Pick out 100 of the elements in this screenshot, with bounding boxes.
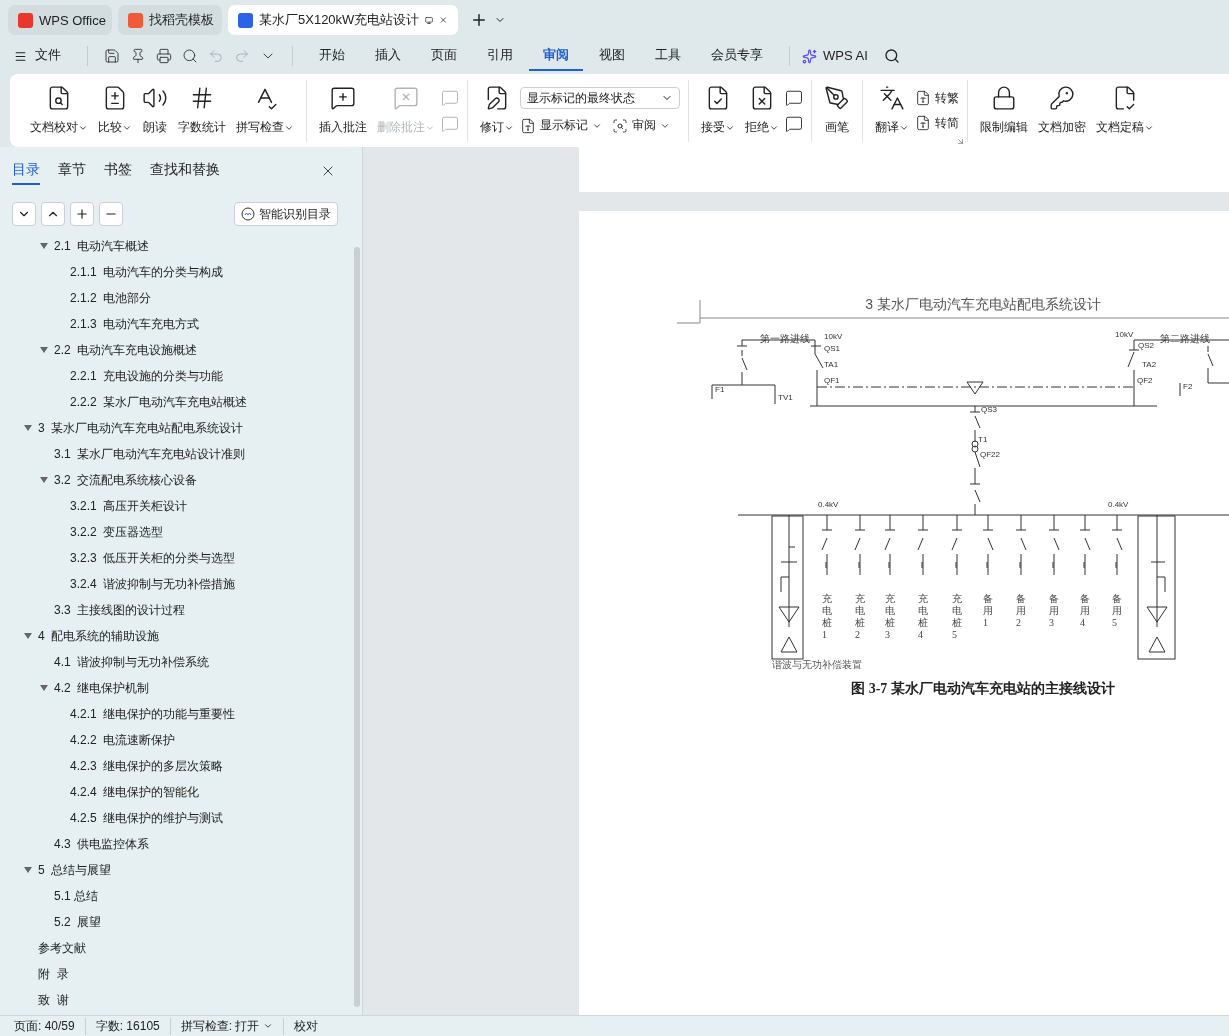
toc-item[interactable]: 3.1 某水厂电动汽车充电站设计准则: [0, 441, 352, 467]
ribbon-button[interactable]: 字数统计: [174, 83, 230, 138]
ribbon-button[interactable]: 修订: [476, 83, 518, 138]
toc-item[interactable]: 3 某水厂电动汽车充电站配电系统设计: [0, 415, 352, 441]
toc-item[interactable]: 5.1 总结: [0, 883, 352, 909]
toc-item[interactable]: 4.2.2 电流速断保护: [0, 727, 352, 753]
toc-item[interactable]: 5.2 展望: [0, 909, 352, 935]
toc-item[interactable]: 4 配电系统的辅助设施: [0, 623, 352, 649]
ribbon-button[interactable]: 拒绝: [741, 83, 783, 138]
ribbon-button[interactable]: 比较: [94, 83, 136, 138]
ribbon-tab[interactable]: 页面: [417, 41, 471, 71]
expand-toggle-icon[interactable]: [40, 346, 48, 354]
toc-item[interactable]: 4.1 谐波抑制与无功补偿系统: [0, 649, 352, 675]
translate-icon: [879, 85, 905, 111]
ribbon-button[interactable]: 翻译: [871, 83, 913, 138]
ribbon-button[interactable]: 朗读: [138, 83, 172, 138]
search-icon[interactable]: [883, 48, 900, 64]
toc-item[interactable]: 3.2.4 谐波抑制与无功补偿措施: [0, 571, 352, 597]
review-icon: [612, 117, 628, 134]
expand-toggle-icon[interactable]: [24, 866, 32, 874]
expand-down-button[interactable]: [12, 202, 36, 226]
remove-level-button[interactable]: [99, 202, 123, 226]
comment-delete-icon: [393, 85, 419, 111]
ai-button[interactable]: WPS AI: [819, 42, 882, 70]
ribbon-tab[interactable]: 审阅: [529, 41, 583, 71]
menu-icon[interactable]: [14, 49, 27, 63]
ribbon-button[interactable]: 文档校对: [26, 83, 92, 138]
toc-item[interactable]: 2.1 电动汽车概述: [0, 233, 352, 259]
toc-item[interactable]: 2.1.2 电池部分: [0, 285, 352, 311]
toc-item[interactable]: 3.2.3 低压开关柜的分类与选型: [0, 545, 352, 571]
dialog-launcher-icon[interactable]: [956, 136, 965, 146]
convert-icon: [915, 90, 931, 106]
smart-toc-button[interactable]: 智能识别目录: [234, 202, 338, 226]
expand-toggle-icon[interactable]: [40, 684, 48, 692]
comment-nav-button[interactable]: [785, 114, 803, 133]
toc-item[interactable]: 2.2.1 充电设施的分类与功能: [0, 363, 352, 389]
ribbon-tab[interactable]: 工具: [641, 41, 695, 71]
new-tab-icon[interactable]: [470, 11, 488, 29]
toc-item[interactable]: 3.2.2 变压器选型: [0, 519, 352, 545]
expand-toggle-icon[interactable]: [24, 632, 32, 640]
toc-item[interactable]: 2.1.1 电动汽车的分类与构成: [0, 259, 352, 285]
document-tab[interactable]: WPS Office: [8, 5, 112, 35]
toc-item[interactable]: 3.2.1 高压开关柜设计: [0, 493, 352, 519]
comment-nav-button[interactable]: [785, 88, 803, 107]
toc-item[interactable]: 2.1.3 电动汽车充电方式: [0, 311, 352, 337]
ribbon-tab[interactable]: 开始: [305, 41, 359, 71]
toc-item[interactable]: 3.2 交流配电系统核心设备: [0, 467, 352, 493]
ribbon-small-button[interactable]: 审阅: [612, 117, 670, 134]
toc-item[interactable]: 2.2 电动汽车充电设施概述: [0, 337, 352, 363]
ribbon-button[interactable]: 画笔: [820, 83, 854, 138]
scrollbar-thumb[interactable]: [354, 247, 360, 1007]
word-count: 字数: 16105: [95, 1017, 171, 1035]
diagram-label: 0.4kV: [1108, 501, 1129, 509]
print-preview-icon: [182, 48, 198, 64]
ribbon-button[interactable]: 拼写检查: [232, 83, 298, 138]
toc-item[interactable]: 参考文献: [0, 935, 352, 961]
toc-item[interactable]: 4.2 继电保护机制: [0, 675, 352, 701]
page-count: 页面: 40/59: [14, 1017, 86, 1035]
feeder-label: 备用4: [1080, 593, 1090, 629]
ribbon-small-button[interactable]: 转简: [915, 114, 959, 132]
toc-item[interactable]: 附 录: [0, 961, 352, 987]
toc-item[interactable]: 4.2.4 继电保护的智能化: [0, 779, 352, 805]
toc-item[interactable]: 4.2.3 继电保护的多层次策略: [0, 753, 352, 779]
add-level-button[interactable]: [70, 202, 94, 226]
diagram-label: 第一路进线: [760, 334, 810, 344]
ribbon-tab[interactable]: 会员专享: [697, 41, 777, 71]
markup-select[interactable]: 显示标记的最终状态: [520, 87, 680, 109]
document-tab[interactable]: 找稻壳模板: [118, 5, 222, 35]
ribbon-button[interactable]: 文档加密: [1034, 83, 1090, 138]
pane-tab[interactable]: 章节: [58, 157, 86, 185]
toc-item[interactable]: 4.2.1 继电保护的功能与重要性: [0, 701, 352, 727]
pane-tab[interactable]: 查找和替换: [150, 157, 220, 185]
ribbon-tab[interactable]: 引用: [473, 41, 527, 71]
ribbon-small-button[interactable]: 转繁: [915, 89, 959, 107]
toc-item[interactable]: 致 谢: [0, 987, 352, 1013]
pane-tab[interactable]: 书签: [104, 157, 132, 185]
ribbon-button[interactable]: 插入批注: [315, 83, 371, 138]
toc-item[interactable]: 5 总结与展望: [0, 857, 352, 883]
file-menu[interactable]: 文件: [29, 41, 75, 71]
toc-item[interactable]: 4.3 供电监控体系: [0, 831, 352, 857]
key-icon: [1049, 85, 1075, 111]
ribbon-button[interactable]: 接受: [697, 83, 739, 138]
diagram-label: QF2: [1137, 377, 1153, 385]
toc-item[interactable]: 2.2.2 某水厂电动汽车充电站概述: [0, 389, 352, 415]
feeder-label: 备用1: [983, 593, 993, 629]
expand-toggle-icon[interactable]: [24, 424, 32, 432]
spell-check-toggle[interactable]: 拼写检查: 打开: [180, 1017, 285, 1035]
pane-tab[interactable]: 目录: [12, 157, 40, 185]
expand-toggle-icon[interactable]: [40, 242, 48, 250]
ribbon-small-button[interactable]: 显示标记: [520, 117, 602, 134]
toc-item[interactable]: 4.2.5 继电保护的维护与测试: [0, 805, 352, 831]
ribbon-button[interactable]: 限制编辑: [976, 83, 1032, 138]
ribbon-button[interactable]: 文档定稿: [1092, 83, 1158, 138]
expand-toggle-icon[interactable]: [40, 476, 48, 484]
ribbon-tab[interactable]: 视图: [585, 41, 639, 71]
toc-item[interactable]: 3.3 主接线图的设计过程: [0, 597, 352, 623]
ribbon-tab[interactable]: 插入: [361, 41, 415, 71]
collapse-up-button[interactable]: [41, 202, 65, 226]
document-tab[interactable]: 某水厂5X120kW充电站设计: [228, 5, 458, 35]
proofread-button[interactable]: 校对: [294, 1017, 329, 1035]
